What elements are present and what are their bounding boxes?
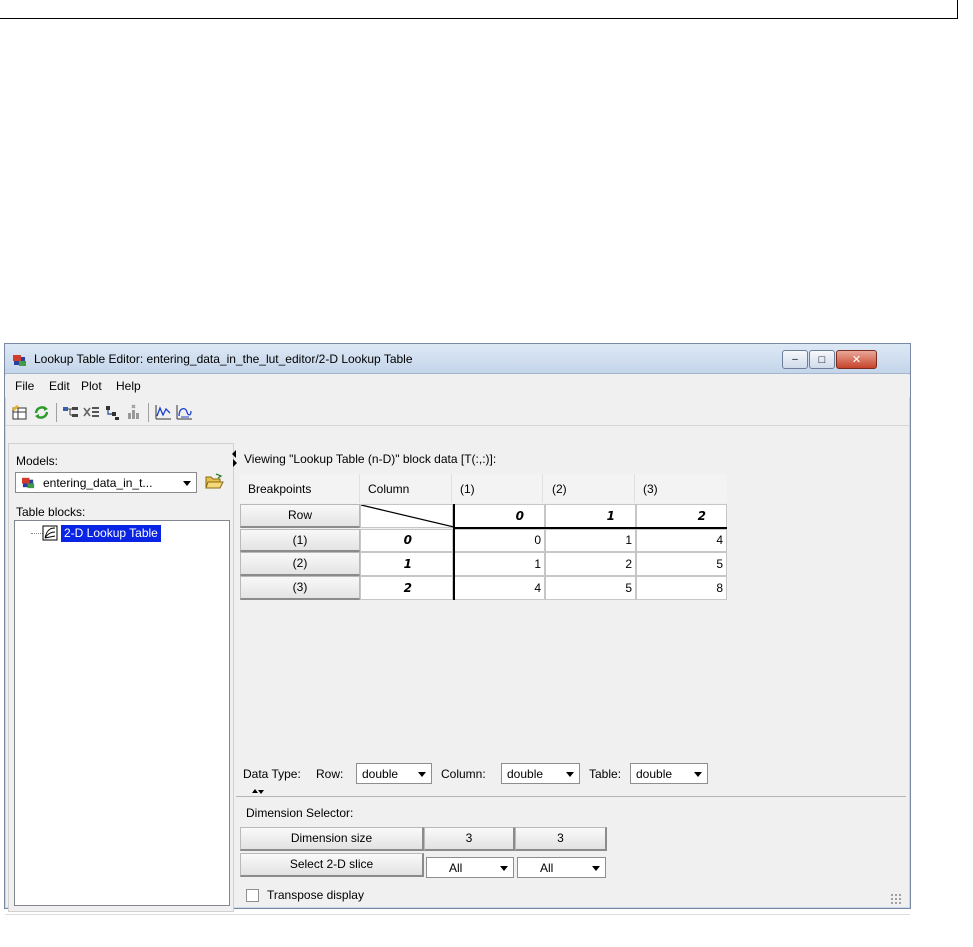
diagonal-divider <box>361 505 454 528</box>
transpose-label: Transpose display <box>267 888 364 902</box>
table-cell[interactable]: 4 <box>453 576 545 600</box>
column-breakpoint-2[interactable]: 1 <box>545 504 636 528</box>
slice-select-2-value: All <box>540 861 554 875</box>
simulink-model-icon <box>21 477 35 489</box>
menu-help[interactable]: Help <box>116 379 141 393</box>
splitter-down-arrow[interactable] <box>258 790 264 794</box>
menu-file[interactable]: File <box>15 379 34 393</box>
horizontal-splitter[interactable] <box>236 796 906 797</box>
line-plot-icon[interactable] <box>155 404 172 421</box>
slice-select-1-value: All <box>449 861 463 875</box>
delete-icon[interactable] <box>83 404 100 421</box>
menu-plot[interactable]: Plot <box>81 379 102 393</box>
toolbar-separator <box>56 403 57 422</box>
simulink-app-icon <box>13 355 26 366</box>
stack-icon[interactable] <box>125 404 142 421</box>
row-breakpoint-1[interactable]: 0 <box>360 529 453 552</box>
column-type-label: Column: <box>441 767 486 781</box>
header-breakpoints: Breakpoints <box>248 482 312 496</box>
table-cell[interactable]: 4 <box>636 529 727 552</box>
tree-item-2d-lookup-table[interactable]: 2-D Lookup Table <box>61 525 161 542</box>
window-title: Lookup Table Editor: entering_data_in_th… <box>34 352 413 366</box>
column-breakpoint-1[interactable]: 0 <box>453 504 545 528</box>
chevron-down-icon <box>183 481 191 486</box>
toolbar <box>5 398 910 426</box>
page-top-rule-tick <box>957 0 958 19</box>
dimension-size-1[interactable]: 3 <box>424 827 515 851</box>
table-type-value: double <box>636 767 673 781</box>
table-blocks-tree: 2-D Lookup Table <box>14 520 230 906</box>
header-column: Column <box>368 482 410 496</box>
dimension-selector-label: Dimension Selector: <box>246 806 354 820</box>
row-breakpoint-2[interactable]: 1 <box>360 552 453 576</box>
chevron-down-icon <box>418 772 426 777</box>
open-folder-icon[interactable] <box>205 473 224 490</box>
column-type-select[interactable]: double <box>501 763 580 784</box>
row-breakpoint-3[interactable]: 2 <box>360 576 453 600</box>
row-type-select[interactable]: double <box>356 763 432 784</box>
row-label-3[interactable]: (3) <box>240 576 360 600</box>
minimize-button[interactable]: – <box>782 350 808 369</box>
dimension-size-label: Dimension size <box>240 827 424 851</box>
table-cell[interactable]: 8 <box>636 576 727 600</box>
close-icon: ✕ <box>851 354 862 366</box>
arrange-icon[interactable] <box>104 404 121 421</box>
model-select[interactable]: entering_data_in_t... <box>15 472 197 493</box>
model-select-value: entering_data_in_t... <box>43 476 153 490</box>
refresh-icon[interactable] <box>33 404 50 421</box>
models-label: Models: <box>16 454 59 468</box>
lookup-table-icon <box>42 525 58 541</box>
chevron-down-icon <box>566 772 574 777</box>
row-label-1[interactable]: (1) <box>240 529 360 552</box>
row-type-value: double <box>362 767 399 781</box>
header-col-2: (2) <box>552 482 567 496</box>
maximize-icon: □ <box>818 353 826 366</box>
splitter-left-arrow[interactable] <box>232 450 236 458</box>
corner-cell <box>360 504 454 528</box>
table-cell[interactable]: 5 <box>636 552 727 576</box>
row-breakpoints-header[interactable]: Row <box>240 504 360 528</box>
status-bar <box>5 914 910 915</box>
data-type-label: Data Type: <box>243 767 301 781</box>
menu-edit[interactable]: Edit <box>49 379 70 393</box>
column-type-value: double <box>507 767 544 781</box>
table-cell[interactable]: 2 <box>545 552 636 576</box>
table-icon[interactable] <box>11 404 28 421</box>
dimension-size-2[interactable]: 3 <box>515 827 607 851</box>
toolbar-separator <box>148 403 149 422</box>
minimize-icon: – <box>792 353 798 365</box>
header-col-1: (1) <box>460 482 475 496</box>
title-bar: Lookup Table Editor: entering_data_in_th… <box>5 344 910 374</box>
table-type-select[interactable]: double <box>630 763 708 784</box>
breakpoint-column-rule <box>453 504 455 600</box>
table-cell[interactable]: 1 <box>545 529 636 552</box>
resize-grip[interactable] <box>890 893 902 905</box>
table-blocks-label: Table blocks: <box>16 505 86 519</box>
table-type-label: Table: <box>589 767 622 781</box>
select-slice-label: Select 2-D slice <box>240 853 424 877</box>
chevron-down-icon <box>694 772 702 777</box>
chevron-down-icon <box>592 866 600 871</box>
transpose-checkbox[interactable] <box>246 889 259 902</box>
maximize-button[interactable]: □ <box>809 350 835 369</box>
column-breakpoint-3[interactable]: 2 <box>636 504 727 528</box>
table-cell[interactable]: 1 <box>453 552 545 576</box>
row-label-2[interactable]: (2) <box>240 552 360 576</box>
table-cell[interactable]: 0 <box>453 529 545 552</box>
slice-select-1[interactable]: All <box>426 857 514 878</box>
chevron-down-icon <box>500 866 508 871</box>
header-col-3: (3) <box>643 482 658 496</box>
table-cell[interactable]: 5 <box>545 576 636 600</box>
tree-icon[interactable] <box>62 404 79 421</box>
close-button[interactable]: ✕ <box>836 350 877 369</box>
mesh-plot-icon[interactable] <box>176 404 193 421</box>
table-header-row: Breakpoints Column (1) (2) (3) <box>240 474 727 503</box>
menu-bar: File Edit Plot Help <box>5 375 910 397</box>
page-top-rule <box>0 18 958 19</box>
row-type-label: Row: <box>316 767 344 781</box>
slice-select-2[interactable]: All <box>517 857 606 878</box>
view-caption: Viewing "Lookup Table (n-D)" block data … <box>244 452 497 466</box>
splitter-right-arrow[interactable] <box>233 459 237 467</box>
